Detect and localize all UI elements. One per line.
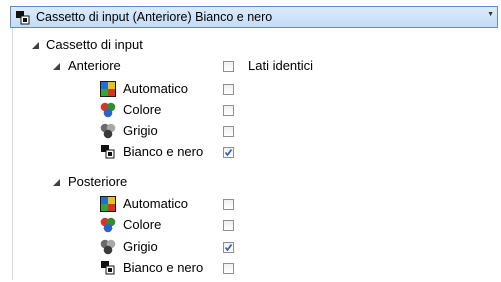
back-color-row[interactable]: Colore bbox=[0, 215, 500, 235]
item-label: Automatico bbox=[123, 81, 189, 96]
back-color-checkbox[interactable] bbox=[223, 220, 234, 231]
same-sides-checkbox[interactable] bbox=[223, 61, 234, 72]
tree-node-label: Anteriore bbox=[68, 58, 121, 73]
item-label: Grigio bbox=[123, 123, 158, 138]
color-mode-icon bbox=[100, 102, 116, 118]
checkmark-icon bbox=[224, 244, 233, 252]
expanded-triangle-icon[interactable] bbox=[52, 178, 61, 187]
front-automatic-checkbox[interactable] bbox=[223, 84, 234, 95]
tree-node-input-tray[interactable]: Cassetto di input bbox=[0, 35, 500, 55]
back-automatic-row[interactable]: Automatico bbox=[0, 194, 500, 214]
item-label: Automatico bbox=[123, 196, 189, 211]
front-grayscale-row[interactable]: Grigio bbox=[0, 121, 500, 141]
tree-node-label: Cassetto di input bbox=[46, 37, 143, 52]
back-black-white-checkbox[interactable] bbox=[223, 263, 234, 274]
tree-node-back[interactable]: Posteriore bbox=[0, 172, 500, 192]
black-white-mode-icon bbox=[15, 10, 31, 29]
grayscale-mode-icon bbox=[100, 239, 116, 255]
automatic-mode-icon bbox=[100, 81, 116, 97]
checkmark-icon bbox=[224, 149, 233, 157]
expanded-triangle-icon[interactable] bbox=[52, 62, 61, 71]
front-color-checkbox[interactable] bbox=[223, 105, 234, 116]
front-black-white-checkbox[interactable] bbox=[223, 147, 234, 158]
front-automatic-row[interactable]: Automatico bbox=[0, 79, 500, 99]
item-label: Grigio bbox=[123, 239, 158, 254]
front-color-row[interactable]: Colore bbox=[0, 100, 500, 120]
color-mode-icon bbox=[100, 217, 116, 233]
black-white-mode-icon bbox=[101, 261, 115, 275]
black-white-mode-icon bbox=[101, 145, 115, 159]
item-label: Bianco e nero bbox=[123, 144, 204, 159]
input-tray-header[interactable]: Cassetto di input (Anteriore) Bianco e n… bbox=[10, 6, 498, 28]
tree-node-label: Posteriore bbox=[68, 174, 128, 189]
back-grayscale-checkbox[interactable] bbox=[223, 242, 234, 253]
front-black-white-row[interactable]: Bianco e nero bbox=[0, 142, 500, 162]
grayscale-mode-icon bbox=[100, 123, 116, 139]
tree-node-front[interactable]: Anteriore Lati identici bbox=[0, 56, 500, 76]
back-black-white-row[interactable]: Bianco e nero bbox=[0, 258, 500, 278]
item-label: Colore bbox=[123, 102, 162, 117]
expanded-triangle-icon[interactable] bbox=[31, 41, 40, 50]
automatic-mode-icon bbox=[100, 196, 116, 212]
back-automatic-checkbox[interactable] bbox=[223, 199, 234, 210]
item-label: Colore bbox=[123, 217, 162, 232]
back-grayscale-row[interactable]: Grigio bbox=[0, 237, 500, 257]
header-title: Cassetto di input (Anteriore) Bianco e n… bbox=[36, 10, 273, 24]
front-grayscale-checkbox[interactable] bbox=[223, 126, 234, 137]
item-label: Bianco e nero bbox=[123, 260, 204, 275]
dropdown-arrow-icon[interactable]: ▼ bbox=[487, 11, 494, 18]
same-sides-label: Lati identici bbox=[248, 58, 314, 73]
